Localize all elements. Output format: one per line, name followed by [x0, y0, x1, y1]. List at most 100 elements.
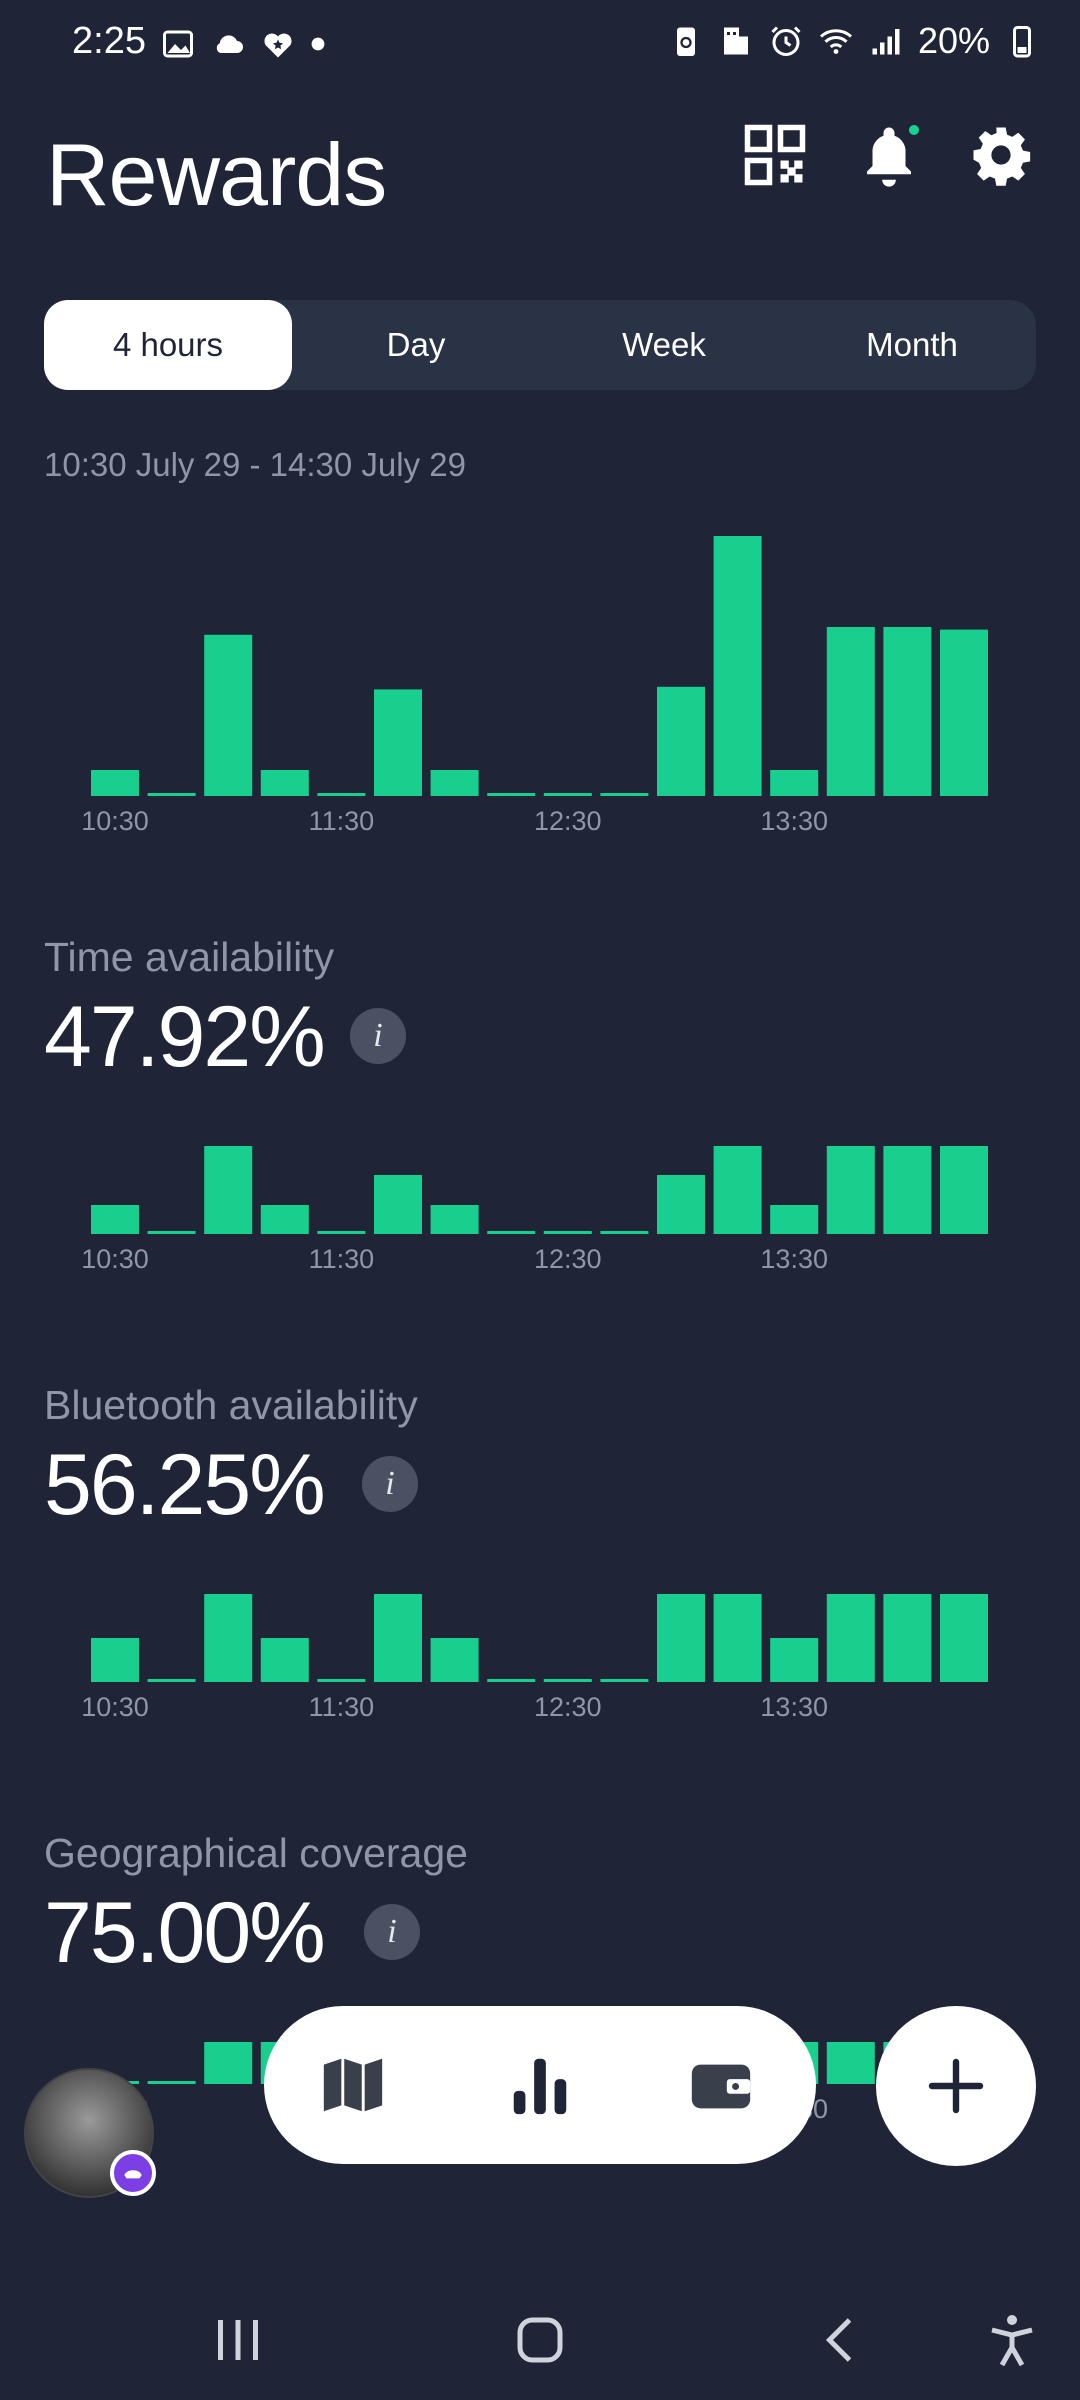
add-button[interactable]: [876, 2006, 1036, 2166]
chart-bar: [147, 1679, 196, 1682]
chart-bar: [770, 770, 819, 796]
battery-icon: [1013, 26, 1031, 58]
chart-bar: [374, 689, 422, 796]
x-tick-label: 10:30: [81, 1244, 149, 1274]
date-range-label: 10:30 July 29 - 14:30 July 29: [44, 446, 466, 483]
tab-month[interactable]: Month: [788, 300, 1036, 390]
metric-label-bluetooth: Bluetooth availability: [44, 1382, 418, 1428]
chart-bar: [430, 770, 479, 796]
building-icon: [723, 27, 748, 55]
status-time: 2:25: [72, 20, 146, 62]
qr-code-icon[interactable]: [742, 122, 808, 188]
time-range-tabs: 4 hours Day Week Month: [44, 300, 1036, 390]
chart-bar: [657, 1594, 705, 1682]
heart-icon: [264, 33, 292, 58]
wallet-icon[interactable]: [686, 2050, 756, 2120]
chart-bar: [487, 1679, 536, 1682]
chart-bar: [826, 2042, 875, 2084]
x-tick-label: 12:30: [534, 1244, 602, 1274]
system-nav-bar: [0, 2280, 1080, 2400]
chart-bar: [770, 1205, 819, 1234]
chart-bar: [260, 770, 309, 796]
chart-bar: [374, 1175, 422, 1234]
alarm-icon: [771, 26, 801, 56]
x-tick-label: 11:30: [309, 1244, 375, 1274]
chart-bar: [317, 793, 366, 796]
x-tick-label: 12:30: [534, 1692, 602, 1722]
dot-icon: [311, 37, 325, 51]
chart-bar: [147, 1231, 196, 1234]
chart-bar: [91, 1205, 139, 1234]
chart-bar: [543, 1231, 592, 1234]
x-tick-label: 13:30: [760, 806, 828, 836]
notification-badge: [906, 122, 922, 138]
accessibility-icon[interactable]: [982, 2310, 1042, 2370]
x-tick-label: 13:30: [760, 1692, 828, 1722]
tab-day[interactable]: Day: [292, 300, 540, 390]
page-title: Rewards: [46, 125, 387, 224]
chart-bar: [430, 1638, 479, 1682]
signal-icon: [872, 29, 900, 55]
chart-bar: [543, 793, 592, 796]
chart-bar: [657, 686, 705, 796]
chart-bar: [204, 1146, 253, 1234]
chart-bar: [600, 1231, 649, 1234]
avatar-badge: [110, 2150, 156, 2196]
info-icon[interactable]: i: [364, 1904, 420, 1960]
chart-bar: [204, 1594, 253, 1682]
chart-bar: [600, 793, 649, 796]
chart-bar: [260, 1205, 309, 1234]
notifications-button[interactable]: [856, 122, 922, 188]
chart-bar: [487, 793, 536, 796]
chart-bar: [713, 1146, 762, 1234]
chart-bar: [147, 2081, 196, 2084]
bottom-nav: [264, 2006, 816, 2164]
chart-bar: [91, 1638, 139, 1682]
x-tick-label: 10:30: [81, 806, 149, 836]
tab-4-hours[interactable]: 4 hours: [44, 300, 292, 390]
chart-bar: [543, 1679, 592, 1682]
chart-bar: [600, 1679, 649, 1682]
chart-bar: [317, 1679, 366, 1682]
info-icon[interactable]: i: [350, 1008, 406, 1064]
tab-week[interactable]: Week: [540, 300, 788, 390]
x-tick-label: 11:30: [309, 806, 375, 836]
chart-bar: [883, 1594, 932, 1682]
x-tick-label: 11:30: [309, 1692, 375, 1722]
battery-percent: 20%: [917, 20, 990, 61]
info-icon[interactable]: i: [362, 1456, 418, 1512]
gallery-icon: [163, 30, 193, 58]
x-tick-label: 12:30: [534, 806, 602, 836]
x-tick-label: 13:30: [760, 1244, 828, 1274]
metric-label-time: Time availability: [44, 934, 335, 980]
chart-bar: [883, 1146, 932, 1234]
metric-value-geo: 75.00%: [44, 1885, 326, 1981]
home-icon[interactable]: [510, 2310, 570, 2370]
metric-value-bluetooth: 56.25%: [44, 1437, 326, 1533]
recent-apps-icon[interactable]: [208, 2310, 268, 2370]
chart-bar: [657, 1175, 705, 1234]
status-bar: 2:25 20%: [0, 0, 1080, 96]
map-icon[interactable]: [318, 2050, 388, 2120]
chart-bar: [204, 634, 253, 796]
bluetooth-availability-chart: 10:30 11:30 12:30 13:30: [44, 1588, 1044, 1738]
chart-bar: [713, 536, 762, 796]
chart-bar: [91, 770, 139, 796]
chart-bar: [204, 2042, 253, 2084]
chart-bar: [374, 1594, 422, 1682]
badge-icon: [124, 2170, 142, 2179]
battery-saver-icon: [676, 27, 695, 56]
bar-chart-icon[interactable]: [505, 2050, 575, 2120]
chart-bar: [430, 1205, 479, 1234]
settings-gear-icon[interactable]: [968, 122, 1034, 188]
back-icon[interactable]: [812, 2310, 872, 2370]
chart-bar: [317, 1231, 366, 1234]
cloud-icon: [216, 35, 243, 53]
wifi-icon: [819, 29, 852, 54]
chart-bar: [826, 627, 875, 796]
chart-bar: [826, 1146, 875, 1234]
chart-bar: [770, 1638, 819, 1682]
rewards-chart: 10:30 11:30 12:30 13:30: [44, 530, 1044, 850]
x-tick-label: 10:30: [81, 1692, 149, 1722]
chart-bar: [260, 1638, 309, 1682]
